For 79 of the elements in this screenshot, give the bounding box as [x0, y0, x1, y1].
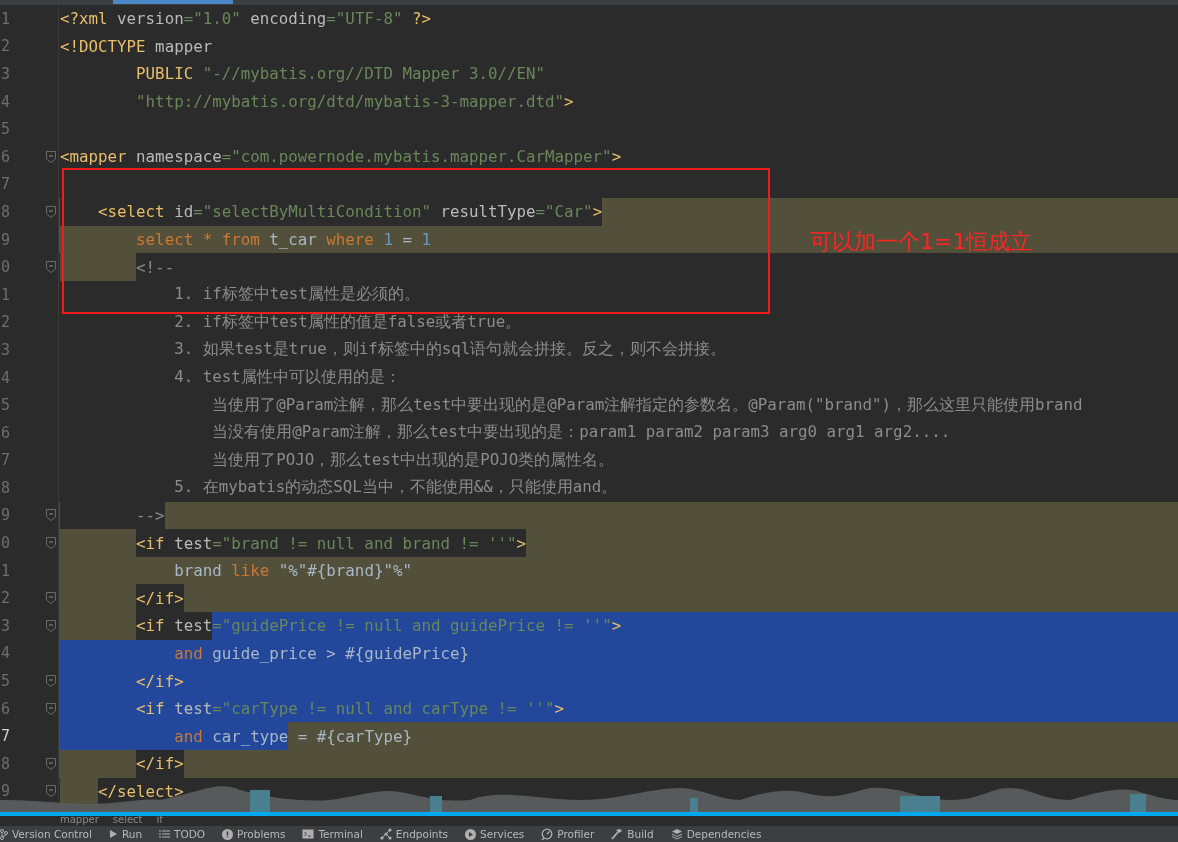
line-number: 3 [1, 616, 11, 635]
code-token: car_type [202, 722, 289, 751]
line-number: 1 [1, 9, 11, 28]
fold-marker-icon[interactable] [46, 757, 56, 770]
line-number: 3 [1, 65, 11, 83]
line-number: 5 [1, 120, 11, 139]
code-token: > [592, 198, 603, 226]
code-token: test [164, 529, 213, 557]
hammer-icon [611, 828, 624, 840]
fold-marker-icon[interactable] [46, 619, 56, 632]
line-number: 8 [1, 754, 11, 773]
fold-marker-icon[interactable] [46, 592, 56, 605]
fold-marker-icon[interactable] [46, 150, 56, 163]
line-number: 2 [1, 589, 11, 608]
line-number: 0 [1, 258, 11, 277]
line-number: 4 [1, 644, 11, 663]
line-number: 7 [1, 451, 11, 470]
fold-marker-icon[interactable] [46, 702, 56, 715]
code-token: </if> [136, 584, 184, 613]
fold-marker-icon[interactable] [46, 537, 56, 550]
line-number: 4 [1, 368, 11, 387]
annotation-note: 可以加一个1=1恒成立 [810, 228, 1033, 256]
code-token: <if [136, 612, 165, 640]
code-token: > [516, 529, 527, 557]
line-number: 8 [1, 202, 11, 221]
line-number: 5 [1, 396, 11, 415]
fold-marker-icon[interactable] [46, 675, 56, 688]
play-icon [108, 829, 118, 839]
code-token: test [164, 612, 213, 640]
tool-window-button[interactable]: Services [465, 828, 525, 840]
code-token: <if [136, 529, 165, 557]
list-icon [159, 829, 171, 839]
line-number: 6 [1, 699, 11, 718]
line-number: 3 [1, 340, 11, 359]
code-token: </if> [136, 750, 184, 778]
breadcrumb-item[interactable]: mapper [60, 816, 99, 826]
code-token: resultType [430, 198, 536, 226]
line-number: 1 [1, 561, 11, 580]
breadcrumb-item[interactable]: select [112, 816, 143, 826]
tool-window-button[interactable]: Dependencies [670, 828, 762, 840]
line-number: 0 [1, 534, 11, 553]
line-number: 7 [1, 175, 11, 194]
line-number: 9 [1, 230, 11, 249]
tool-window-button[interactable]: Terminal [302, 828, 363, 840]
fold-marker-icon[interactable] [46, 785, 56, 798]
line-number: 6 [1, 423, 11, 442]
terminal-icon [302, 829, 315, 839]
fold-marker-icon[interactable] [46, 205, 56, 218]
fold-marker-icon[interactable] [46, 261, 56, 274]
line-number: 9 [1, 506, 11, 525]
fold-marker-icon[interactable] [46, 509, 56, 522]
tool-window-button[interactable]: Profiler [541, 828, 595, 840]
line-number: 8 [1, 478, 11, 497]
code-token: ="Car" [535, 198, 593, 226]
tool-window-button[interactable]: Build [611, 828, 654, 840]
line-number: 2 [1, 313, 11, 332]
tool-window-button[interactable]: Problems [222, 828, 286, 840]
line-number: 9 [1, 782, 11, 801]
code-token: id [164, 198, 194, 226]
code-token: ="brand != null and brand != ''" [212, 529, 517, 557]
code-token: --> [136, 501, 165, 530]
line-number: 7 [1, 727, 11, 746]
code-token: <select [98, 198, 165, 226]
breadcrumb-item[interactable]: if [156, 816, 163, 826]
gauge-icon [541, 828, 554, 840]
line-number: 1 [1, 285, 11, 304]
layers-icon [670, 828, 683, 840]
line-number: 2 [1, 37, 11, 56]
tool-window-button[interactable]: Endpoints [379, 828, 449, 840]
tool-window-button[interactable]: Version Control [0, 828, 92, 840]
line-number: 4 [1, 92, 11, 111]
tool-window-button[interactable]: Run [108, 828, 143, 840]
line-number: 5 [1, 672, 11, 691]
code-token: and [174, 722, 203, 751]
branch-icon [0, 828, 8, 840]
tool-window-button[interactable]: TODO [159, 828, 206, 840]
nodes-icon [379, 828, 392, 840]
code-token: ="selectByMultiCondition" [193, 198, 431, 226]
line-number: 6 [1, 147, 11, 166]
